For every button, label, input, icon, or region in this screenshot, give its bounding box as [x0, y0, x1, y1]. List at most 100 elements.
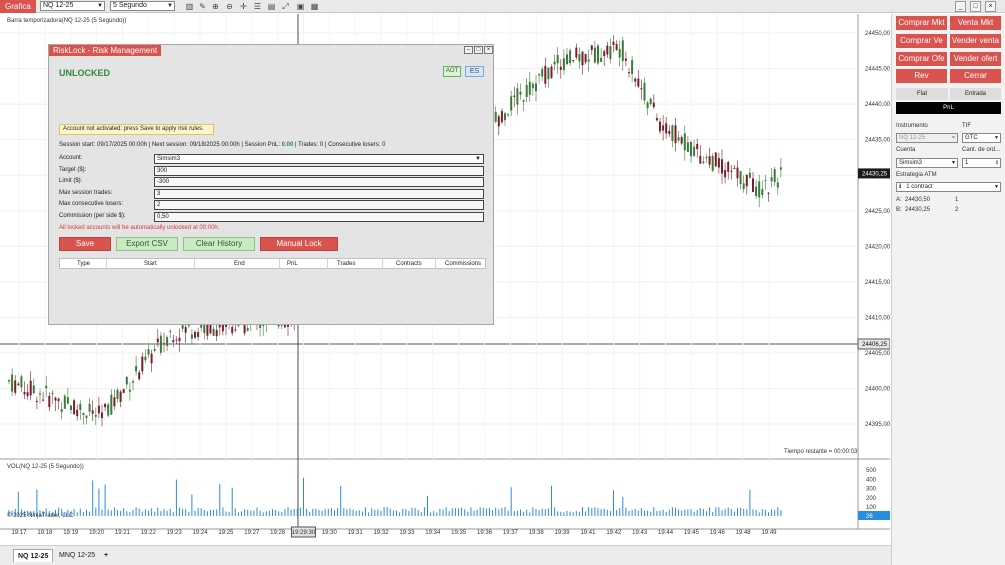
candle-body	[547, 67, 550, 80]
col-commissions[interactable]: Commissions	[445, 259, 481, 269]
close-position-button[interactable]: Cerrar	[950, 69, 1001, 83]
risklock-dialog: RiskLock - Risk Management – □ × UNLOCKE…	[48, 44, 494, 325]
candle-body	[144, 356, 147, 361]
candle-body	[522, 100, 525, 102]
instrument-select[interactable]: NQ 12-25 ▼	[896, 133, 958, 143]
interval-selector[interactable]: 5 Segundo ▼	[110, 1, 175, 11]
stepper-icon[interactable]: ⇕	[995, 159, 999, 167]
candle-body	[135, 365, 138, 372]
candle-body	[680, 137, 683, 144]
save-button[interactable]: Save	[59, 237, 111, 251]
zoom-in-icon[interactable]: ⊕	[210, 1, 221, 12]
tab-nq[interactable]: NQ 12-25	[13, 549, 54, 562]
fit-icon[interactable]: ⤢	[280, 1, 291, 12]
export-csv-button[interactable]: Export CSV	[116, 237, 178, 251]
quantity-stepper[interactable]: 1 ⇕	[962, 158, 1001, 168]
clear-history-button[interactable]: Clear History	[183, 237, 255, 251]
ask-size: 1	[955, 197, 959, 203]
zoom-out-icon[interactable]: ⊖	[224, 1, 235, 12]
buy-market-button[interactable]: Comprar Mkt	[896, 16, 947, 30]
volume-bar	[278, 511, 280, 516]
time-tick-label: 19:18	[37, 530, 53, 536]
atm-select[interactable]: ℹ 1 contract ▼	[896, 182, 1001, 192]
screenshot-icon[interactable]: ▣	[295, 1, 306, 12]
manual-lock-button[interactable]: Manual Lock	[260, 237, 338, 251]
maximize-button[interactable]: □	[970, 1, 981, 12]
candle-body	[54, 397, 57, 401]
limit-input[interactable]: -300	[154, 177, 484, 187]
volume-bar	[495, 507, 497, 516]
candle-body	[159, 335, 162, 353]
candle-body	[556, 55, 559, 64]
candle-body	[724, 170, 727, 178]
volume-bar	[622, 496, 624, 516]
col-end[interactable]: End	[234, 259, 245, 269]
volume-bar	[625, 507, 627, 516]
crosshair-icon[interactable]: ✛	[238, 1, 249, 12]
volume-bar	[461, 507, 463, 516]
volume-bar	[82, 511, 84, 516]
commission-input[interactable]: 0,50	[154, 212, 484, 222]
volume-bar	[563, 512, 565, 516]
volume-bar	[138, 508, 140, 516]
maximize-icon[interactable]: □	[474, 46, 483, 54]
volume-bar	[200, 508, 202, 516]
volume-bar	[275, 510, 277, 516]
minimize-icon[interactable]: –	[464, 46, 473, 54]
col-pnl[interactable]: PnL	[287, 259, 298, 269]
volume-bar	[206, 511, 208, 516]
close-icon[interactable]: ×	[484, 46, 493, 54]
volume-bar	[535, 509, 537, 516]
col-trades[interactable]: Trades	[337, 259, 355, 269]
buy-ask-button[interactable]: Comprar Ve	[896, 34, 947, 48]
data-box-icon[interactable]: ▦	[309, 1, 320, 12]
reverse-button[interactable]: Rev	[896, 69, 947, 83]
instrument-label: Instrumento	[896, 123, 928, 129]
add-tab-button[interactable]: +	[100, 549, 112, 562]
candle-body	[668, 130, 671, 135]
minimize-button[interactable]: _	[955, 1, 966, 12]
candle-body	[82, 413, 85, 416]
volume-bar	[768, 512, 769, 516]
history-table[interactable]: Type Start End PnL Trades Contracts Comm…	[59, 258, 486, 269]
tab-mnq[interactable]: MNQ 12-25	[55, 549, 99, 562]
max-losers-input[interactable]: 2	[154, 200, 484, 210]
account-select[interactable]: Simsim3 ▼	[896, 158, 958, 168]
candle-body	[110, 394, 113, 415]
col-type[interactable]: Type	[77, 259, 90, 269]
volume-bar	[154, 511, 156, 516]
volume-bar	[352, 509, 354, 516]
account-dropdown[interactable]: Simsim3 ▼	[154, 154, 484, 164]
pencil-icon[interactable]: ✎	[197, 1, 208, 12]
tif-label: TIF	[962, 123, 971, 129]
templates-icon[interactable]: ▤	[266, 1, 277, 12]
candle-body	[500, 111, 503, 123]
max-trades-input[interactable]: 3	[154, 189, 484, 199]
volume-bar	[458, 508, 459, 516]
close-window-button[interactable]: ×	[985, 1, 996, 12]
aot-badge[interactable]: AOT	[443, 66, 461, 77]
volume-bar	[709, 507, 711, 516]
candle-body	[63, 395, 66, 409]
instrument-selector[interactable]: NQ 12-25 ▼	[40, 1, 105, 11]
sell-bid-button[interactable]: Vender ofert	[950, 52, 1001, 66]
candle-body	[652, 102, 655, 108]
time-tick-label: 19:30	[322, 530, 338, 536]
volume-bar	[665, 511, 667, 516]
candle-body	[11, 374, 14, 392]
buy-bid-button[interactable]: Comprar Ofe	[896, 52, 947, 66]
symbol-badge[interactable]: ES	[465, 66, 484, 77]
col-start[interactable]: Start	[144, 259, 157, 269]
col-contracts[interactable]: Contracts	[396, 259, 422, 269]
price-tick-label: 24445,00	[865, 67, 890, 73]
target-input[interactable]: 300	[154, 166, 484, 176]
candle-body	[764, 180, 767, 182]
pnl-display: PnL	[896, 102, 1001, 114]
sell-market-button[interactable]: Venta Mkt	[950, 16, 1001, 30]
properties-icon[interactable]: ☰	[252, 1, 263, 12]
bar-chart-icon[interactable]: ▥	[184, 1, 195, 12]
volume-bar	[427, 495, 428, 516]
volume-bar	[129, 512, 131, 516]
tif-select[interactable]: GTC ▼	[962, 133, 1001, 143]
sell-ask-button[interactable]: Vender venta	[950, 34, 1001, 48]
